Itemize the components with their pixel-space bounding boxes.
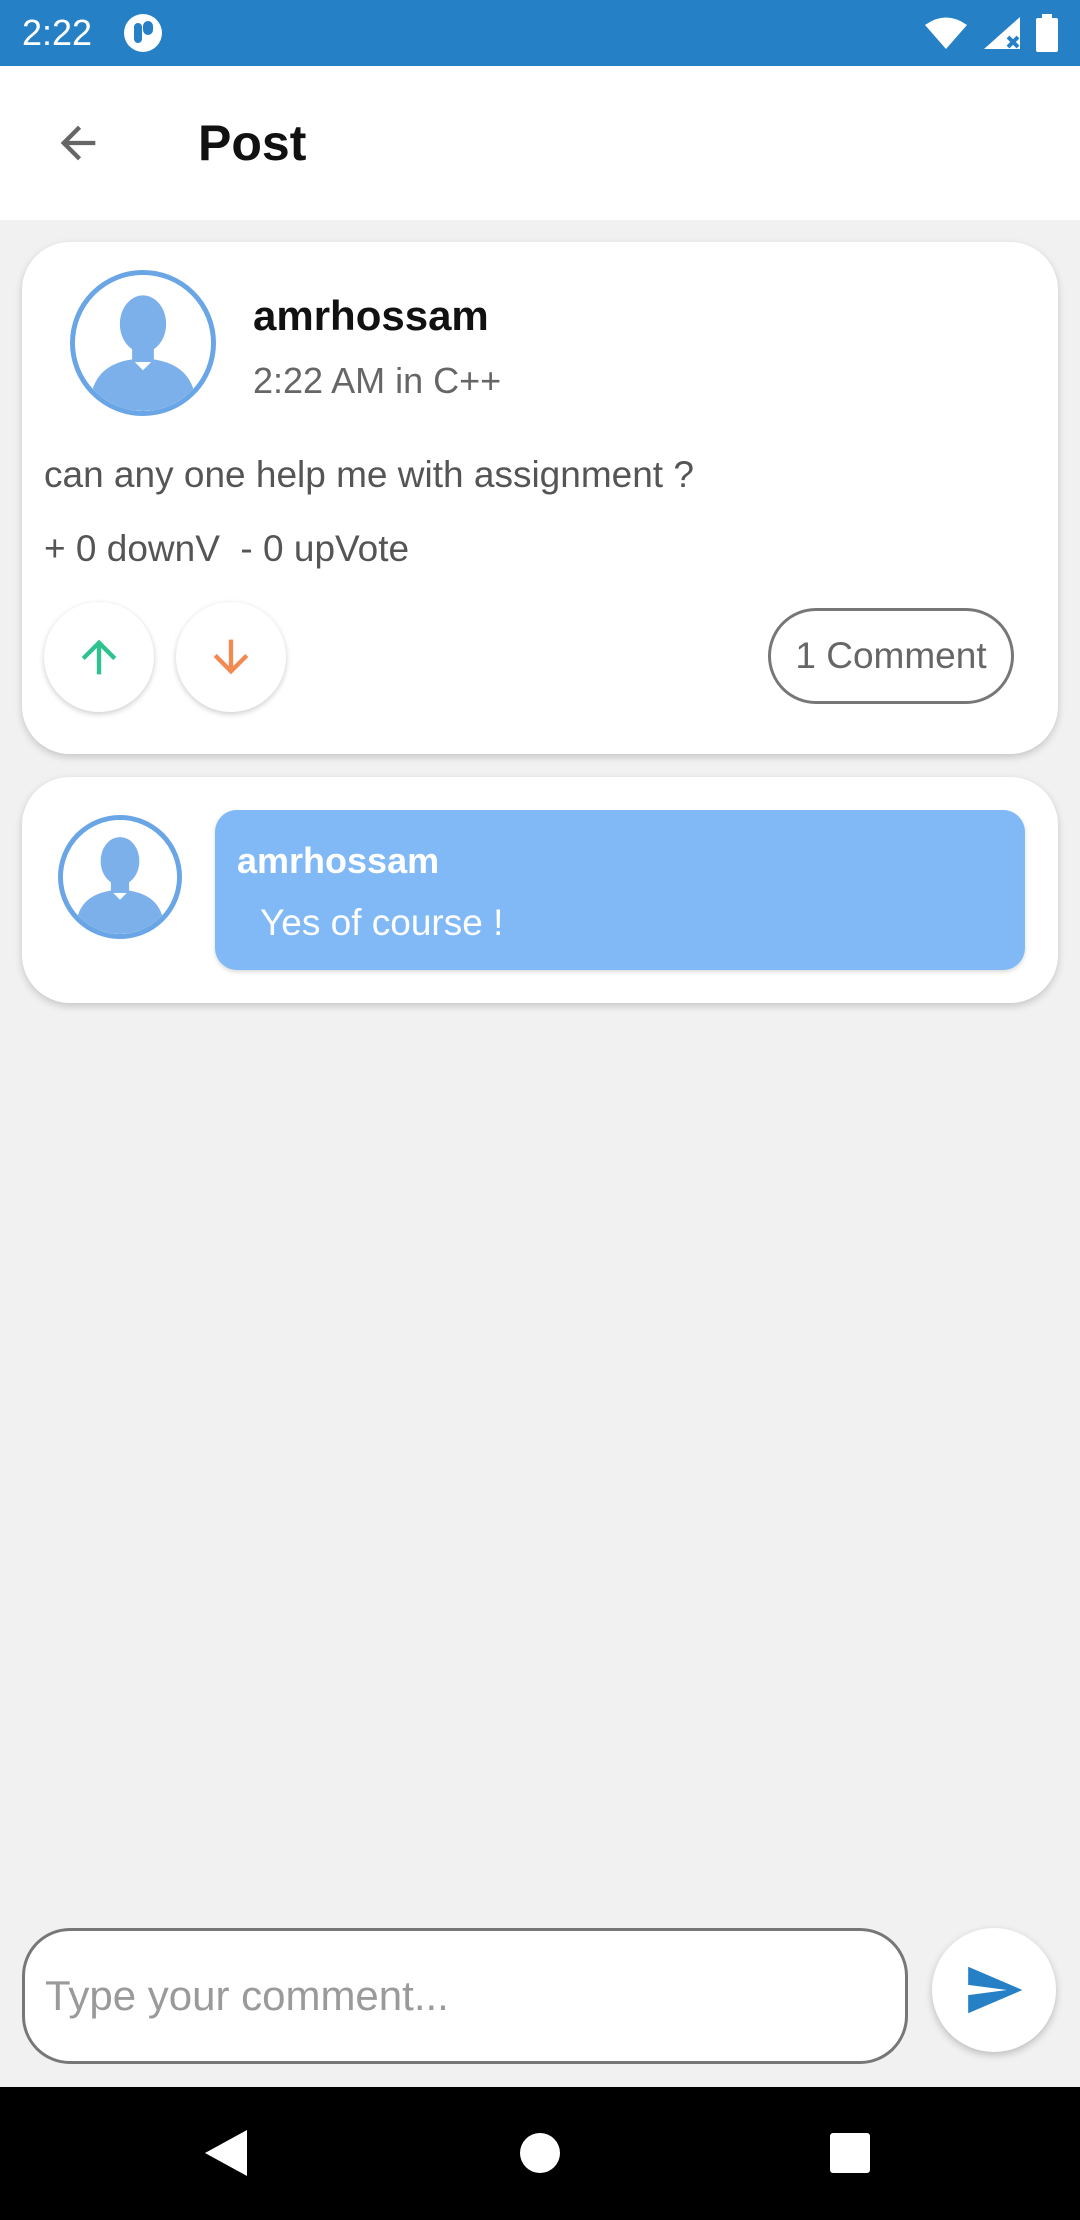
- circle-home-icon: [520, 2133, 560, 2173]
- post-screen: 2:22 Post amrhossam 2:22 AM in C++ can a…: [0, 0, 1080, 2220]
- send-icon: [968, 1966, 1023, 2014]
- post-author-avatar[interactable]: [70, 270, 216, 416]
- comment-author-avatar[interactable]: [58, 815, 182, 939]
- post-body: can any one help me with assignment ?: [44, 454, 694, 495]
- wifi-icon: [925, 17, 967, 49]
- post-card: amrhossam 2:22 AM in C++ can any one hel…: [22, 242, 1058, 754]
- vote-counts: + 0 downV - 0 upVote: [44, 528, 410, 569]
- square-recents-icon: [830, 2133, 870, 2173]
- app-notification-icon: [124, 14, 163, 52]
- comment-card: amrhossam Yes of course !: [22, 777, 1058, 1003]
- person-silhouette-icon: [75, 275, 211, 411]
- post-author-name[interactable]: amrhossam: [253, 292, 489, 340]
- page-title: Post: [198, 115, 307, 171]
- comment-input[interactable]: [25, 1931, 905, 2061]
- back-button[interactable]: [18, 83, 138, 203]
- arrow-left-icon: [60, 125, 96, 161]
- nav-back-button[interactable]: [194, 2121, 258, 2185]
- comment-input-container: [22, 1928, 908, 2064]
- cellular-signal-icon: [984, 17, 1020, 49]
- arrow-down-icon: [213, 639, 249, 675]
- comment-author-name[interactable]: amrhossam: [237, 840, 439, 882]
- upvote-button[interactable]: [44, 602, 154, 712]
- status-icons: [924, 14, 1058, 52]
- system-navigation-bar: [0, 2087, 1080, 2220]
- comment-bubble: amrhossam Yes of course !: [215, 810, 1025, 970]
- nav-home-button[interactable]: [508, 2121, 572, 2185]
- nav-recents-button[interactable]: [818, 2121, 882, 2185]
- send-button[interactable]: [932, 1928, 1056, 2052]
- downvote-button[interactable]: [176, 602, 286, 712]
- triangle-back-icon: [205, 2130, 247, 2176]
- person-silhouette-icon: [63, 820, 177, 934]
- status-bar: 2:22: [0, 0, 1080, 66]
- battery-icon: [1036, 14, 1058, 52]
- comment-text: Yes of course !: [260, 902, 504, 943]
- post-meta: 2:22 AM in C++: [253, 360, 502, 401]
- app-bar: Post: [0, 66, 1080, 220]
- arrow-up-icon: [81, 639, 117, 675]
- status-time: 2:22: [22, 12, 93, 53]
- comment-count-button[interactable]: 1 Comment: [768, 608, 1014, 704]
